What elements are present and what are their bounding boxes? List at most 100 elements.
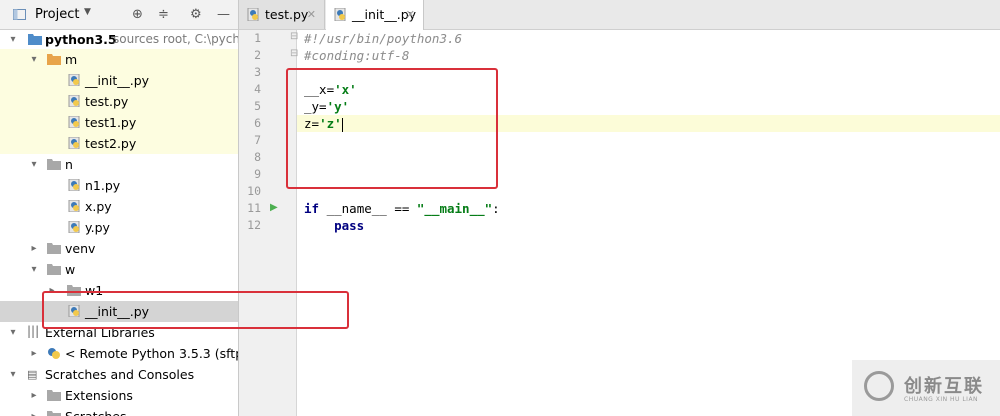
tree-item-file[interactable]: test1.py: [0, 112, 238, 133]
chevron-down-icon[interactable]: ▾: [29, 49, 39, 70]
tree-item-sub: sources root, C:\pych: [113, 32, 239, 46]
python-icon: [48, 348, 60, 359]
watermark-logo-icon: [864, 371, 894, 401]
folder-icon: [47, 243, 61, 254]
tree-item-file[interactable]: __init__.py: [0, 70, 238, 91]
tree-item-extensions[interactable]: ▸ Extensions: [0, 385, 238, 406]
tree-item-w[interactable]: ▾ w: [0, 259, 238, 280]
chevron-right-icon[interactable]: ▸: [29, 343, 39, 364]
project-panel-title[interactable]: Project: [35, 7, 79, 22]
python-file-icon: [247, 8, 259, 21]
tree-item-scratches[interactable]: ▸ Scratches: [0, 406, 238, 416]
project-panel: Project ▼ ⊕ ≑ ⚙ — ▾ python3.5 sources ro…: [0, 0, 239, 416]
tree-item-label: < Remote Python 3.5.3 (sftp://: [65, 346, 239, 361]
project-view-icon[interactable]: [13, 8, 26, 21]
line-number: 7: [254, 133, 261, 147]
collapse-all-icon[interactable]: ≑: [158, 7, 169, 22]
tab-test-py[interactable]: test.py ✕: [239, 0, 325, 29]
code-line-11: if __name__ == "__main__":: [304, 201, 500, 216]
python-file-icon: [68, 137, 80, 149]
line-number: 10: [247, 184, 261, 198]
tree-item-remote-python[interactable]: ▸ < Remote Python 3.5.3 (sftp://: [0, 343, 238, 364]
python-file-icon: [68, 116, 80, 128]
tree-item-label: Extensions: [65, 388, 133, 403]
tree-item-label: __init__.py: [85, 73, 150, 88]
tree-item-label: m: [65, 52, 78, 67]
tree-item-file[interactable]: n1.py: [0, 175, 238, 196]
chevron-down-icon[interactable]: ▾: [8, 29, 18, 50]
line-number: 3: [254, 65, 261, 79]
tree-item-label: n: [65, 157, 73, 172]
tree-item-scratches-consoles[interactable]: ▾ ▤ Scratches and Consoles: [0, 364, 238, 385]
tree-item-file[interactable]: test2.py: [0, 133, 238, 154]
folder-icon: [47, 264, 61, 275]
python-file-icon: [68, 95, 80, 107]
line-number: 11: [247, 201, 261, 215]
python-file-icon: [68, 200, 80, 212]
tree-item-file[interactable]: test.py: [0, 91, 238, 112]
python-file-icon: [68, 221, 80, 233]
tree-item-label: x.py: [85, 199, 112, 214]
library-icon: |||: [27, 324, 40, 338]
folder-icon: [47, 390, 61, 401]
highlight-box-init-file: [42, 291, 349, 329]
close-icon[interactable]: ✕: [307, 0, 316, 29]
tab-label: test.py: [265, 7, 309, 22]
chevron-down-icon[interactable]: ▾: [29, 154, 39, 175]
scratches-icon: ▤: [27, 368, 38, 381]
tab-init-py[interactable]: __init__.py ✕: [326, 0, 424, 30]
tree-item-file[interactable]: x.py: [0, 196, 238, 217]
tree-item-label: Scratches: [65, 406, 127, 416]
editor-tab-bar: test.py ✕ __init__.py ✕: [239, 0, 1000, 30]
python-file-icon: [334, 8, 346, 21]
line-number: 1: [254, 31, 261, 45]
folder-icon: [47, 411, 61, 416]
tree-item-label: y.py: [85, 220, 110, 235]
watermark-sub: CHUANG XIN HU LIAN: [904, 396, 979, 403]
watermark-text: 创新互联: [904, 376, 984, 397]
tree-item-venv[interactable]: ▸ venv: [0, 238, 238, 259]
folder-icon: [47, 54, 61, 65]
tree-item-m[interactable]: ▾ m: [0, 49, 238, 70]
python-file-icon: [68, 179, 80, 191]
highlight-box-code: [286, 68, 498, 189]
tree-item-label: test.py: [85, 94, 129, 109]
chevron-right-icon[interactable]: ▸: [29, 238, 39, 259]
chevron-right-icon[interactable]: ▸: [29, 385, 39, 406]
tree-item-label: test1.py: [85, 115, 137, 130]
chevron-down-icon[interactable]: ▼: [84, 7, 91, 17]
tree-item-n[interactable]: ▾ n: [0, 154, 238, 175]
line-number: 12: [247, 218, 261, 232]
chevron-right-icon[interactable]: ▸: [29, 406, 39, 416]
tree-item-label: venv: [65, 241, 96, 256]
chevron-down-icon[interactable]: ▾: [8, 364, 18, 385]
project-panel-header: Project ▼ ⊕ ≑ ⚙ —: [0, 0, 238, 30]
code-line-12: pass: [304, 218, 365, 233]
python-file-icon: [68, 74, 80, 86]
line-number: 2: [254, 48, 261, 62]
code-line-1: #!/usr/bin/poython3.6: [304, 31, 463, 46]
watermark: 创新互联 CHUANG XIN HU LIAN: [852, 360, 1000, 416]
run-icon[interactable]: ▶: [270, 202, 278, 213]
hide-panel-icon[interactable]: —: [217, 7, 230, 22]
locate-target-icon[interactable]: ⊕: [132, 7, 143, 22]
folder-icon: [47, 159, 61, 170]
line-number: 4: [254, 82, 261, 96]
line-number: 8: [254, 150, 261, 164]
gear-icon[interactable]: ⚙: [190, 7, 202, 22]
folder-icon: [28, 34, 42, 45]
line-number: 9: [254, 167, 261, 181]
chevron-down-icon[interactable]: ▾: [8, 322, 18, 343]
line-number: 5: [254, 99, 261, 113]
code-line-2: #conding:utf-8: [304, 48, 410, 63]
tree-item-label: python3.5: [45, 32, 117, 47]
tree-item-file[interactable]: y.py: [0, 217, 238, 238]
close-icon[interactable]: ✕: [406, 0, 415, 29]
tree-item-label: test2.py: [85, 136, 137, 151]
tree-item-label: w: [65, 262, 76, 277]
chevron-down-icon[interactable]: ▾: [29, 259, 39, 280]
line-number: 6: [254, 116, 261, 130]
tree-item-python35[interactable]: ▾ python3.5 sources root, C:\pych: [0, 29, 238, 50]
tree-item-label: n1.py: [85, 178, 121, 193]
tree-item-label: Scratches and Consoles: [45, 367, 195, 382]
